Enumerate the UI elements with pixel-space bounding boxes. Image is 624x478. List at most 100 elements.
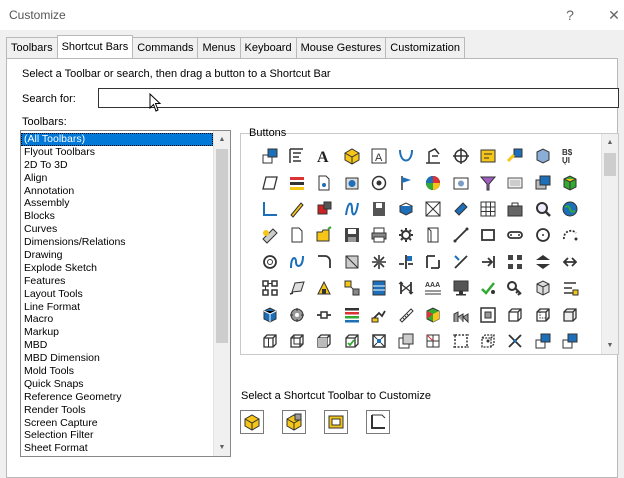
text-pattern-icon[interactable]	[447, 275, 474, 301]
slot-icon[interactable]	[502, 222, 529, 248]
open-folder-icon[interactable]	[311, 222, 338, 248]
checkmark-icon[interactable]	[502, 275, 529, 301]
target-icon[interactable]	[365, 169, 392, 195]
cut-icon[interactable]	[311, 275, 338, 301]
dashed-cube-icon[interactable]	[529, 328, 556, 354]
tab-keyboard[interactable]: Keyboard	[239, 37, 297, 58]
mirror-icon[interactable]	[529, 249, 556, 275]
key-icon[interactable]	[529, 275, 556, 301]
check-face-icon[interactable]	[392, 328, 419, 354]
assembly-icon[interactable]	[529, 169, 556, 195]
view-icon[interactable]	[556, 275, 583, 301]
briefcase-icon[interactable]	[502, 196, 529, 222]
list-item[interactable]: Align	[21, 172, 213, 185]
circle-icon[interactable]	[529, 222, 556, 248]
bookmark-icon[interactable]	[447, 196, 474, 222]
rectangle-icon[interactable]	[474, 222, 501, 248]
list-item[interactable]: Curves	[21, 223, 213, 236]
flag-icon[interactable]	[392, 169, 419, 195]
toolbars-listbox[interactable]: (All Toolbars) Flyout Toolbars 2D To 3D Ali…	[20, 130, 231, 457]
box-split-icon[interactable]	[283, 328, 310, 354]
block-icon[interactable]	[338, 249, 365, 275]
trim-icon[interactable]	[447, 249, 474, 275]
list-item[interactable]: Markup	[21, 326, 213, 339]
factory-icon[interactable]	[474, 301, 501, 327]
arc-icon[interactable]	[556, 222, 583, 248]
tab-menus[interactable]: Menus	[197, 37, 241, 58]
photo-icon[interactable]	[447, 169, 474, 195]
globe-icon[interactable]	[556, 196, 583, 222]
section-icon[interactable]	[474, 328, 501, 354]
list-item[interactable]: Quick Snaps	[21, 378, 213, 391]
part-toolbar-icon[interactable]	[240, 410, 264, 434]
ruler-icon[interactable]	[420, 301, 447, 327]
box-corner-icon[interactable]	[256, 328, 283, 354]
scroll-up-icon[interactable]: ▲	[214, 131, 230, 148]
gear-icon[interactable]	[392, 222, 419, 248]
table-icon[interactable]	[474, 196, 501, 222]
ring-icon[interactable]	[256, 249, 283, 275]
help-button[interactable]: ?	[557, 4, 583, 26]
line-icon[interactable]	[447, 222, 474, 248]
box-face-icon[interactable]	[365, 328, 392, 354]
pattern-icon[interactable]	[502, 249, 529, 275]
list-item[interactable]: Assembly	[21, 197, 213, 210]
network-icon[interactable]	[365, 249, 392, 275]
grid-icon[interactable]	[256, 275, 283, 301]
list-item[interactable]: Layout Tools	[21, 288, 213, 301]
monitor-icon[interactable]	[474, 275, 501, 301]
tab-commands[interactable]: Commands	[132, 37, 199, 58]
mate-icon[interactable]	[392, 301, 419, 327]
list-item[interactable]: Sheet Format	[21, 442, 213, 455]
camera-icon[interactable]	[338, 169, 365, 195]
printer-icon[interactable]	[365, 222, 392, 248]
note-icon[interactable]	[283, 143, 310, 169]
frame-box-icon[interactable]	[502, 301, 529, 327]
blank-doc-icon[interactable]	[283, 222, 310, 248]
list-item[interactable]: (All Toolbars)	[21, 133, 213, 146]
corner-icon[interactable]	[256, 196, 283, 222]
explode-icon[interactable]	[338, 275, 365, 301]
edit-part-icon[interactable]	[256, 222, 283, 248]
list-item[interactable]: Line Format	[21, 301, 213, 314]
floppy-icon[interactable]	[338, 222, 365, 248]
frame-icon[interactable]	[502, 169, 529, 195]
scan-icon[interactable]	[420, 328, 447, 354]
align-icon[interactable]	[256, 301, 283, 327]
list-item[interactable]: Reference Geometry	[21, 391, 213, 404]
stack-icon[interactable]	[392, 196, 419, 222]
save-icon[interactable]	[365, 196, 392, 222]
fillet-icon[interactable]	[311, 249, 338, 275]
list-item[interactable]: Flyout Toolbars	[21, 146, 213, 159]
list-item[interactable]: Screen Capture	[21, 417, 213, 430]
distribute-icon[interactable]	[338, 301, 365, 327]
blocks-icon[interactable]	[556, 169, 583, 195]
list-item[interactable]: Mold Tools	[21, 365, 213, 378]
box-icon[interactable]	[420, 196, 447, 222]
buttons-scrollbar[interactable]: ▲ ▼	[601, 134, 618, 354]
page-icon[interactable]	[420, 222, 447, 248]
list-item[interactable]: Selection Filter	[21, 429, 213, 442]
outline-cube-icon[interactable]	[529, 301, 556, 327]
search-input[interactable]	[98, 88, 619, 108]
curve-icon[interactable]	[338, 196, 365, 222]
wheel-icon[interactable]	[311, 301, 338, 327]
color-bars-icon[interactable]	[283, 169, 310, 195]
shaded-icon[interactable]	[447, 301, 474, 327]
filter-icon[interactable]	[474, 169, 501, 195]
stripes-icon[interactable]	[365, 301, 392, 327]
list-item[interactable]: Annotation	[21, 185, 213, 198]
rotate-icon[interactable]	[392, 275, 419, 301]
list-item[interactable]: MBD	[21, 339, 213, 352]
tab-mouse-gestures[interactable]: Mouse Gestures	[295, 37, 387, 58]
blue-cube-icon[interactable]	[283, 301, 310, 327]
scroll-down-icon[interactable]: ▼	[602, 337, 618, 354]
crosshair-icon[interactable]	[447, 143, 474, 169]
list-item[interactable]: Render Tools	[21, 404, 213, 417]
part-icon[interactable]	[338, 143, 365, 169]
magnify-icon[interactable]	[529, 196, 556, 222]
box-edge-icon[interactable]	[338, 328, 365, 354]
list-item[interactable]: Macro	[21, 313, 213, 326]
sketch-toolbar-icon[interactable]	[366, 410, 390, 434]
swap-icon[interactable]: AAA	[420, 275, 447, 301]
